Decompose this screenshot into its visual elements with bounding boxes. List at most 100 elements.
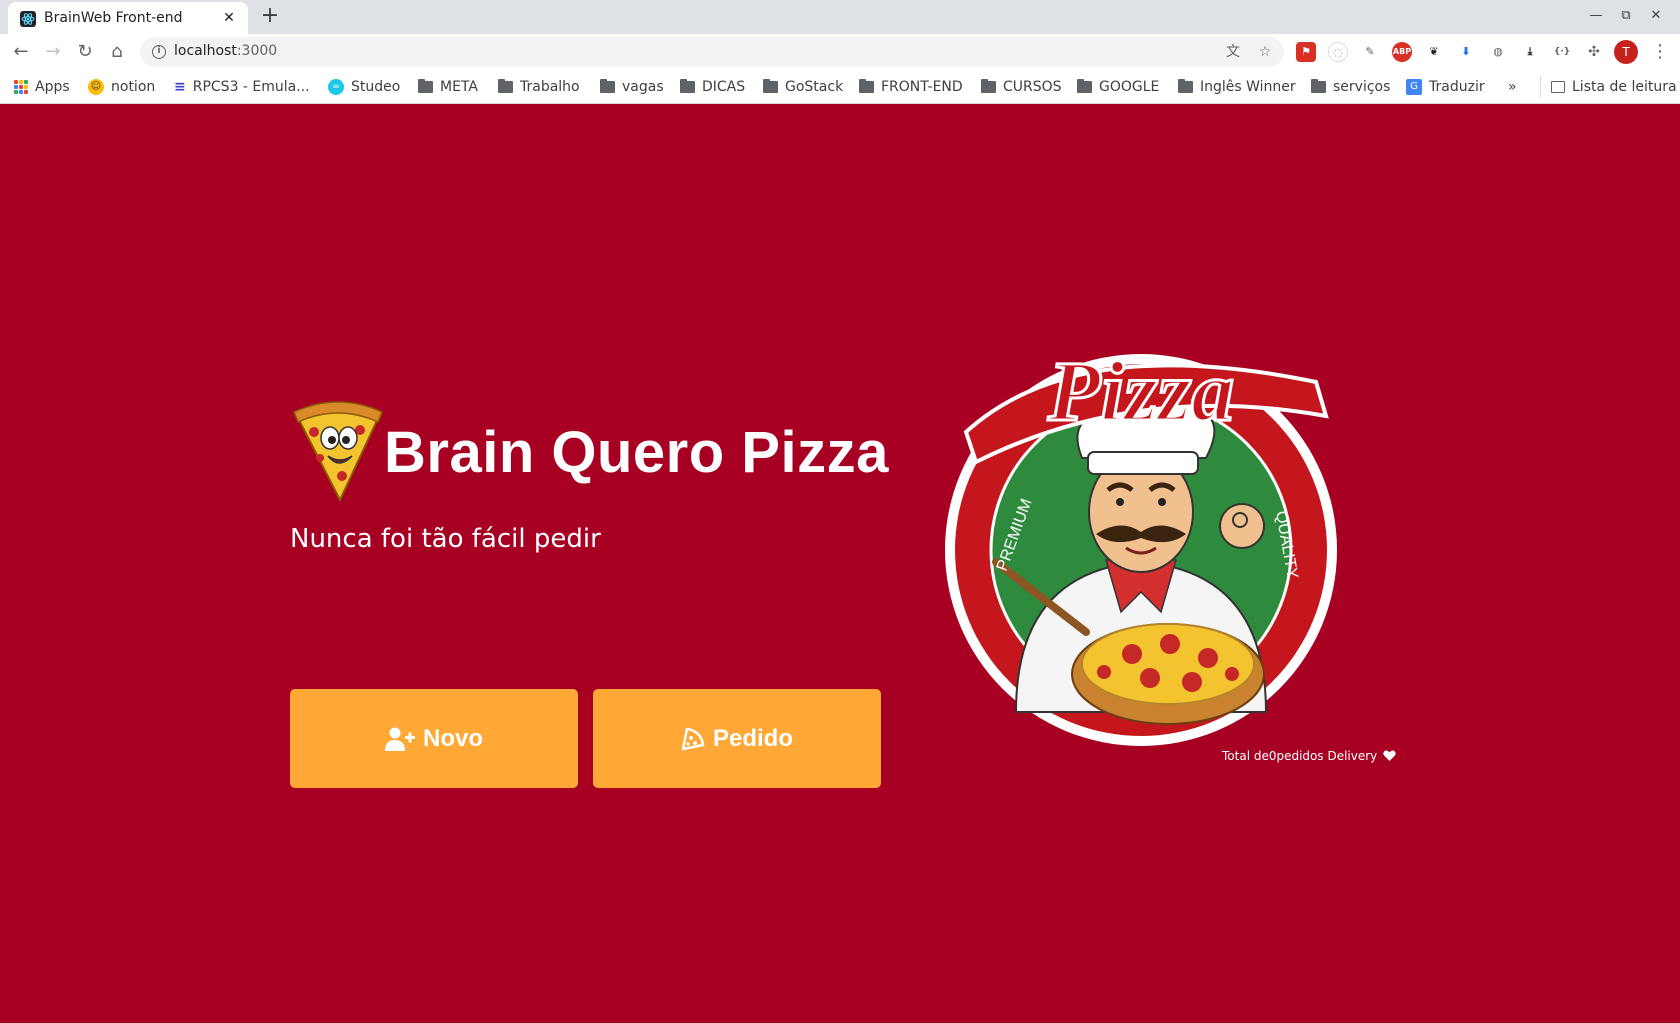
folder-icon bbox=[418, 79, 433, 93]
bookmark-ingles-winner[interactable]: Inglês Winner bbox=[1178, 76, 1296, 98]
bookmarks-bar: Apps ☺ notion ≡ RPCS3 - Emula... ∞ Stude… bbox=[0, 70, 1680, 104]
bookmark-label: RPCS3 - Emula... bbox=[192, 79, 310, 95]
bookmark-label: Apps bbox=[35, 79, 70, 95]
reading-list-label: Lista de leitura bbox=[1572, 79, 1677, 95]
reading-list-button[interactable]: Lista de leitura bbox=[1540, 76, 1677, 98]
extension-6-icon[interactable]: ⬇ bbox=[1456, 42, 1476, 62]
bookmark-label: META bbox=[440, 79, 478, 95]
bookmark-label: Inglês Winner bbox=[1200, 79, 1296, 95]
download-icon[interactable]: ⤓ bbox=[1520, 42, 1540, 62]
tab-close-icon[interactable]: ✕ bbox=[220, 9, 238, 27]
address-bar[interactable]: i localhost:3000 文 ☆ bbox=[140, 37, 1284, 67]
tab-title: BrainWeb Front-end bbox=[44, 10, 183, 26]
forward-icon[interactable]: → bbox=[41, 40, 65, 64]
folder-icon bbox=[1178, 79, 1193, 93]
bookmark-vagas[interactable]: vagas bbox=[600, 76, 664, 98]
extensions-puzzle-icon[interactable]: ✣ bbox=[1584, 42, 1604, 62]
bookmark-label: DICAS bbox=[702, 79, 746, 95]
extension-7-icon[interactable]: ◍ bbox=[1488, 42, 1508, 62]
folder-icon bbox=[763, 79, 778, 93]
svg-text:Pizza: Pizza bbox=[1047, 343, 1234, 439]
minimize-icon[interactable]: — bbox=[1585, 6, 1607, 26]
react-icon bbox=[20, 11, 36, 27]
bookmark-studeo[interactable]: ∞ Studeo bbox=[328, 76, 400, 98]
bookmark-traduzir[interactable]: G Traduzir bbox=[1406, 76, 1485, 98]
folder-icon bbox=[1077, 79, 1092, 93]
page-title: Brain Quero Pizza bbox=[384, 419, 889, 485]
novo-button-label: Novo bbox=[423, 724, 483, 752]
hero-title: Brain Quero Pizza bbox=[290, 400, 889, 504]
back-icon[interactable]: ← bbox=[9, 40, 33, 64]
studeo-icon: ∞ bbox=[328, 79, 344, 95]
profile-avatar[interactable]: T bbox=[1614, 40, 1638, 64]
bookmark-label: Trabalho bbox=[520, 79, 580, 95]
tab-bar: BrainWeb Front-end ✕ + — ⧉ ✕ bbox=[0, 0, 1680, 34]
pizza-slice-icon bbox=[681, 727, 705, 750]
chevron-double-right-icon: » bbox=[1508, 79, 1517, 95]
apps-grid-icon bbox=[14, 80, 28, 94]
bookmark-label: CURSOS bbox=[1003, 79, 1062, 95]
bookmark-google[interactable]: GOOGLE bbox=[1077, 76, 1159, 98]
restore-icon[interactable]: ⧉ bbox=[1615, 6, 1637, 26]
url-text: localhost:3000 bbox=[174, 43, 277, 59]
url-port: :3000 bbox=[236, 43, 278, 59]
bookmark-trabalho[interactable]: Trabalho bbox=[498, 76, 580, 98]
google-translate-icon: G bbox=[1406, 79, 1422, 95]
user-plus-icon bbox=[385, 727, 415, 751]
novo-button[interactable]: Novo bbox=[290, 689, 578, 788]
reload-icon[interactable]: ↻ bbox=[73, 40, 97, 64]
folder-icon bbox=[859, 79, 874, 93]
extension-3-icon[interactable]: ✎ bbox=[1360, 42, 1380, 62]
reading-list-icon bbox=[1551, 81, 1565, 93]
notion-smiley-icon: ☺ bbox=[88, 79, 104, 95]
bookmark-star-icon[interactable]: ☆ bbox=[1256, 43, 1274, 61]
bookmark-label: Traduzir bbox=[1429, 79, 1485, 95]
extension-1-icon[interactable]: ⚑ bbox=[1296, 42, 1316, 62]
folder-icon bbox=[600, 79, 615, 93]
browser-menu-icon[interactable]: ⋮ bbox=[1650, 40, 1670, 64]
page-content: Brain Quero Pizza Nunca foi tão fácil pe… bbox=[0, 104, 1680, 1023]
bookmark-dicas[interactable]: DICAS bbox=[680, 76, 745, 98]
url-host: localhost bbox=[174, 43, 237, 59]
extension-9-icon[interactable]: {·} bbox=[1552, 42, 1572, 62]
bookmark-label: GoStack bbox=[785, 79, 844, 95]
bookmark-label: vagas bbox=[622, 79, 664, 95]
bookmark-label: GOOGLE bbox=[1099, 79, 1160, 95]
window-close-icon[interactable]: ✕ bbox=[1645, 6, 1667, 26]
bookmark-apps[interactable]: Apps bbox=[14, 76, 70, 98]
page-subtitle: Nunca foi tão fácil pedir bbox=[290, 524, 601, 554]
orders-total-note: Total de0pedidos Delivery bbox=[1222, 749, 1396, 763]
folder-icon bbox=[981, 79, 996, 93]
rpcs3-icon: ≡ bbox=[174, 79, 186, 95]
orders-total-text: Total de0pedidos Delivery bbox=[1222, 749, 1378, 763]
bookmark-front-end[interactable]: FRONT-END bbox=[859, 76, 963, 98]
adblock-icon[interactable]: ABP bbox=[1392, 42, 1412, 62]
site-info-icon[interactable]: i bbox=[152, 45, 166, 59]
bookmark-label: Studeo bbox=[351, 79, 401, 95]
heart-icon bbox=[1383, 750, 1396, 761]
folder-icon bbox=[680, 79, 695, 93]
folder-icon bbox=[498, 79, 513, 93]
new-tab-button[interactable]: + bbox=[258, 5, 282, 29]
bookmark-label: FRONT-END bbox=[881, 79, 963, 95]
bookmark-servicos[interactable]: serviços bbox=[1311, 76, 1390, 98]
bookmark-cursos[interactable]: CURSOS bbox=[981, 76, 1062, 98]
translate-page-icon[interactable]: 文 bbox=[1224, 43, 1242, 61]
home-icon[interactable]: ⌂ bbox=[105, 40, 129, 64]
pedido-button[interactable]: Pedido bbox=[593, 689, 881, 788]
folder-icon bbox=[1311, 79, 1326, 93]
bookmark-rpcs3[interactable]: ≡ RPCS3 - Emula... bbox=[174, 76, 310, 98]
bookmarks-overflow-button[interactable]: » bbox=[1508, 76, 1517, 98]
bookmark-label: notion bbox=[111, 79, 156, 95]
browser-tab[interactable]: BrainWeb Front-end ✕ bbox=[8, 2, 248, 34]
extension-2-icon[interactable]: ◌ bbox=[1328, 42, 1348, 62]
extension-5-icon[interactable]: ❦ bbox=[1424, 42, 1444, 62]
bookmark-meta[interactable]: META bbox=[418, 76, 478, 98]
browser-toolbar: ← → ↻ ⌂ i localhost:3000 文 ☆ ⚑ ◌ ✎ ABP ❦… bbox=[0, 34, 1680, 70]
pedido-button-label: Pedido bbox=[712, 724, 793, 752]
pizza-slice-mascot-icon bbox=[293, 401, 383, 503]
bookmark-gostack[interactable]: GoStack bbox=[763, 76, 843, 98]
pizza-chef-logo: Pizza PREMIUM QUALITY bbox=[945, 342, 1337, 746]
bookmark-label: serviços bbox=[1333, 79, 1391, 95]
bookmark-notion[interactable]: ☺ notion bbox=[88, 76, 155, 98]
